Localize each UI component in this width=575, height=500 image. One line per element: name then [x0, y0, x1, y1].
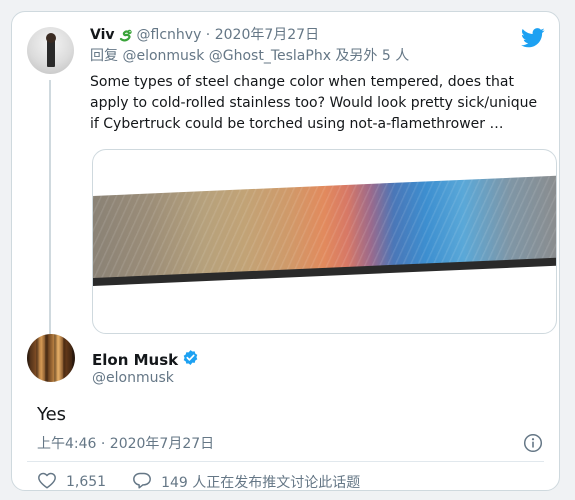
- parent-handle[interactable]: @flcnhvy: [137, 27, 202, 43]
- parent-tweet-header: Viv @flcnhvy · 2020年7月27日: [90, 26, 507, 47]
- reply-conversation-link[interactable]: 149 人正在发布推文讨论此话题: [132, 471, 361, 491]
- twitter-bird-icon[interactable]: [521, 28, 545, 52]
- actions-divider: [27, 461, 544, 462]
- viv-avatar[interactable]: [27, 27, 74, 74]
- parent-display-name[interactable]: Viv: [90, 27, 115, 43]
- reply-conversation-label: 149 人正在发布推文讨论此话题: [161, 475, 361, 491]
- info-icon[interactable]: [523, 433, 543, 457]
- thread-connector-line: [49, 80, 51, 334]
- verified-badge-icon: [182, 349, 199, 370]
- reply-suffix[interactable]: 及另外 5 人: [331, 48, 409, 64]
- tempered-steel-photo[interactable]: [92, 149, 557, 334]
- elon-musk-avatar[interactable]: [27, 334, 75, 382]
- reply-context: 回复 @elonmusk @Ghost_TeslaPhx 及另外 5 人: [90, 47, 409, 65]
- parent-date[interactable]: 2020年7月27日: [215, 27, 319, 43]
- main-display-name[interactable]: Elon Musk: [92, 351, 178, 369]
- parent-tweet-text: Some types of steel change color when te…: [90, 74, 538, 132]
- like-count: 1,651: [66, 474, 107, 490]
- tweet-actions-bar: 1,651 149 人正在发布推文讨论此话题: [37, 471, 361, 491]
- main-tweet-text: Yes: [37, 404, 67, 425]
- main-handle[interactable]: @elonmusk: [92, 369, 174, 387]
- heart-icon: [37, 471, 57, 490]
- snake-icon: [118, 26, 134, 47]
- reply-bubble-icon: [132, 471, 152, 490]
- reply-prefix: 回复: [90, 48, 123, 64]
- tweet-timestamp[interactable]: 上午4:46 · 2020年7月27日: [37, 435, 214, 453]
- main-author-name-row: Elon Musk: [92, 349, 199, 370]
- reply-handles[interactable]: @elonmusk @Ghost_TeslaPhx: [122, 48, 331, 64]
- embedded-tweet-card[interactable]: Viv @flcnhvy · 2020年7月27日 回复 @elonmusk @G…: [11, 11, 560, 491]
- dot-separator: ·: [201, 27, 215, 43]
- like-button[interactable]: 1,651: [37, 471, 107, 490]
